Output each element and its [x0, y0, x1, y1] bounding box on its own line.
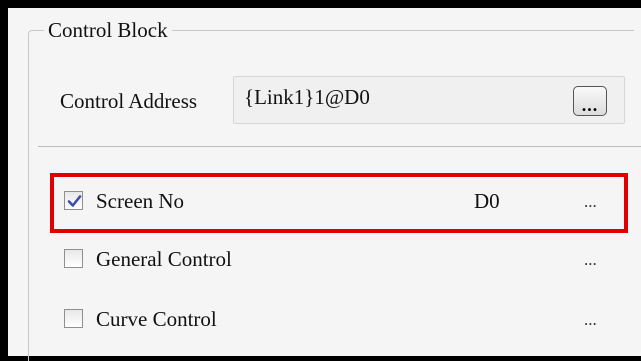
general-control-more-button[interactable]: ... — [584, 247, 597, 273]
general-control-checkbox[interactable] — [64, 249, 83, 268]
control-address-label: Control Address — [60, 89, 198, 113]
option-row-curve-control: Curve Control ... — [64, 306, 624, 336]
curve-control-label: Curve Control — [96, 307, 217, 331]
screen-no-label: Screen No — [96, 189, 185, 213]
check-mark-icon — [67, 195, 82, 207]
option-row-general-control: General Control ... — [64, 246, 624, 276]
curve-control-checkbox[interactable] — [64, 309, 83, 328]
screen-no-more-button[interactable]: ... — [584, 189, 597, 215]
screen-no-value: D0 — [474, 189, 500, 213]
browse-button-label: ... — [581, 95, 599, 115]
option-row-screen-no: Screen No D0 ... — [64, 188, 624, 218]
control-block-title: Control Block — [44, 17, 172, 43]
general-control-label: General Control — [96, 247, 232, 271]
control-address-value: {Link1}1@D0 — [244, 85, 370, 109]
divider — [38, 146, 641, 147]
screen-no-checkbox[interactable] — [64, 191, 83, 210]
curve-control-more-button[interactable]: ... — [584, 307, 597, 333]
browse-address-button[interactable]: ... — [573, 86, 607, 116]
